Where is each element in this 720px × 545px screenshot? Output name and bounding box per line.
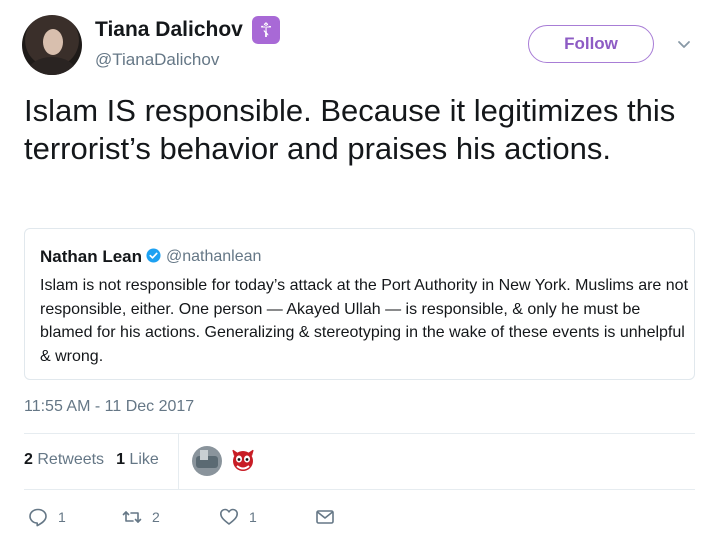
quoted-author-name: Nathan Lean (40, 247, 143, 266)
chevron-down-icon[interactable] (676, 36, 692, 52)
retweets-count: 2 (24, 451, 33, 468)
avatar-face (43, 29, 63, 55)
divider (178, 433, 179, 489)
like-count: 1 (249, 509, 257, 525)
author-handle[interactable]: @TianaDalichov (95, 50, 219, 70)
liker-avatar[interactable] (228, 446, 258, 476)
author-avatar[interactable] (22, 15, 82, 75)
likes-stat[interactable]: 1 Like (116, 451, 159, 469)
orthodox-cross-icon: ☦ (252, 16, 280, 44)
reply-count: 1 (58, 509, 66, 525)
reply-action[interactable]: 1 (28, 507, 66, 527)
quoted-tweet-text: Islam is not responsible for today’s att… (40, 277, 689, 365)
liker-avatar[interactable] (192, 446, 222, 476)
tweet-timestamp[interactable]: 11:55 AM - 11 Dec 2017 (24, 398, 194, 416)
author-display-name[interactable]: Tiana Dalichov (95, 18, 243, 42)
quoted-tweet[interactable]: Nathan Lean @nathanlean Islam is not res… (24, 228, 695, 380)
verified-badge-icon (146, 248, 161, 263)
direct-message-action[interactable] (315, 507, 335, 527)
heart-icon (220, 508, 238, 525)
retweets-label: Retweets (37, 451, 105, 468)
follow-button[interactable]: Follow (528, 25, 654, 63)
quoted-author-handle: @nathanlean (166, 248, 262, 265)
tweet-stats: 2 Retweets 1 Like (24, 451, 159, 469)
envelope-icon (316, 510, 334, 524)
liker-avatar-shape (200, 450, 208, 460)
retweet-icon (122, 511, 142, 523)
divider (24, 489, 695, 490)
like-action[interactable]: 1 (219, 507, 257, 527)
avatar-shoulders (28, 57, 76, 75)
likes-count: 1 (116, 451, 125, 468)
reply-icon (29, 508, 47, 527)
retweet-action[interactable]: 2 (122, 507, 160, 527)
tweet-text: Islam IS responsible. Because it legitim… (24, 93, 676, 166)
divider (24, 433, 695, 434)
mascot-avatar-icon (232, 449, 254, 471)
retweet-count: 2 (152, 509, 160, 525)
retweets-stat[interactable]: 2 Retweets (24, 451, 104, 469)
likes-label: Like (129, 451, 159, 468)
